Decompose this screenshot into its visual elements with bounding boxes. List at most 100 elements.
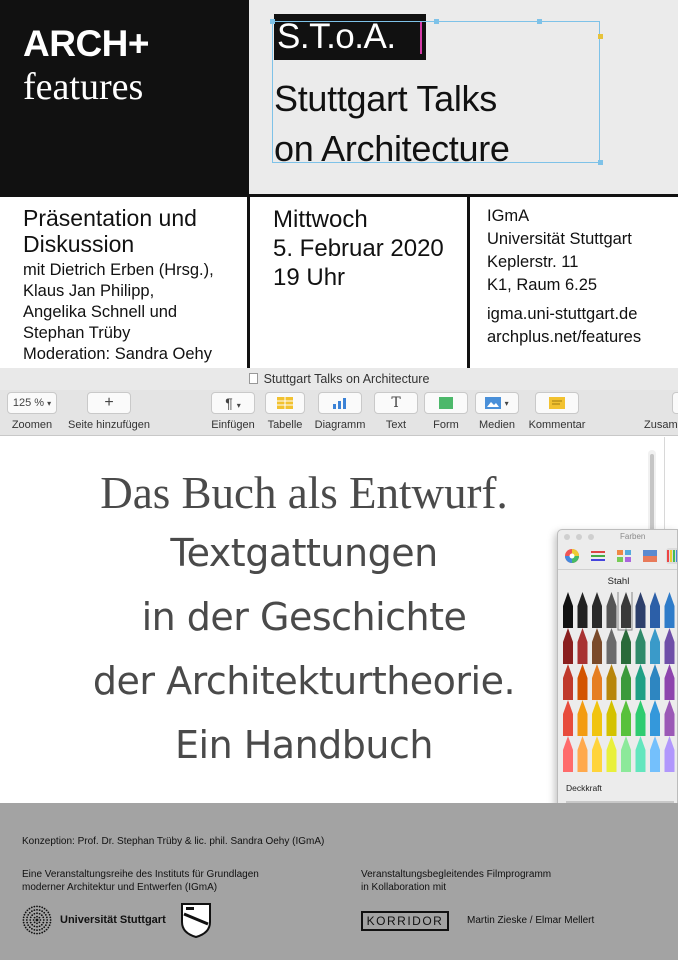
crayon bbox=[621, 714, 631, 736]
logo-dot bbox=[43, 926, 46, 929]
logo-dot bbox=[46, 919, 49, 921]
comment-icon bbox=[549, 397, 565, 409]
text-icon: T bbox=[391, 395, 401, 411]
crayon-tip bbox=[563, 700, 573, 714]
logo-dot bbox=[38, 916, 41, 919]
color-sliders-icon[interactable] bbox=[590, 548, 606, 564]
film-credits: Martin Zieske / Elmar Mellert bbox=[467, 915, 595, 926]
color-palettes-icon[interactable] bbox=[616, 548, 632, 564]
media-label: Medien bbox=[478, 419, 516, 431]
logo-dot bbox=[31, 914, 34, 917]
image-palettes-icon[interactable] bbox=[642, 548, 658, 564]
book-subtitle-line: der Architekturtheorie. bbox=[92, 659, 516, 703]
resize-handle[interactable] bbox=[598, 34, 603, 39]
add-page-control[interactable]: + Seite hinzufügen bbox=[62, 392, 156, 432]
speaker-line: mit Dietrich Erben (Hrsg.), bbox=[23, 261, 214, 279]
zoom-window-icon[interactable] bbox=[588, 534, 594, 540]
logo-dot bbox=[33, 921, 36, 924]
logo-dot bbox=[48, 913, 51, 916]
crayon bbox=[577, 678, 588, 700]
brand-logo-sub: features bbox=[23, 66, 144, 108]
divider bbox=[247, 194, 250, 368]
logo-dot bbox=[27, 914, 30, 916]
chevron-down-icon: ▾ bbox=[504, 399, 509, 408]
crayon bbox=[650, 678, 660, 700]
zoom-select[interactable]: 125 % ▾ bbox=[7, 392, 57, 414]
logo-dot bbox=[25, 919, 28, 921]
logo-dot bbox=[30, 906, 33, 909]
crayon-tip bbox=[592, 628, 602, 642]
logo-dot bbox=[43, 907, 46, 910]
logo-dot bbox=[26, 909, 29, 912]
logo-dot bbox=[28, 930, 31, 933]
book-subtitle-line: Ein Handbuch bbox=[175, 723, 433, 767]
crayon-tip bbox=[664, 592, 675, 606]
scrollbar-thumb[interactable] bbox=[650, 454, 654, 534]
logo-dot bbox=[38, 905, 41, 908]
collaborate-button[interactable] bbox=[672, 392, 678, 414]
shape-control[interactable]: Form bbox=[424, 392, 468, 432]
pencils-icon[interactable] bbox=[666, 548, 678, 564]
logo-dot bbox=[23, 913, 26, 916]
chart-button[interactable] bbox=[318, 392, 362, 414]
collaborate-control[interactable]: Zusam bbox=[644, 392, 678, 432]
logo-dot bbox=[29, 919, 32, 921]
resize-handle[interactable] bbox=[598, 160, 603, 165]
zoom-label: Zoomen bbox=[11, 419, 53, 431]
logo-dot bbox=[47, 926, 50, 929]
media-button[interactable]: ▾ bbox=[475, 392, 519, 414]
crayon bbox=[563, 642, 573, 664]
crayon-tip bbox=[635, 664, 646, 678]
media-control[interactable]: ▾ Medien bbox=[474, 392, 520, 432]
crayon-tip bbox=[592, 736, 602, 750]
logo-dot bbox=[36, 908, 38, 911]
logo-dot bbox=[45, 928, 48, 931]
logo-dot bbox=[49, 919, 52, 921]
shape-button[interactable] bbox=[424, 392, 468, 414]
crayon-tip bbox=[635, 700, 646, 714]
crayon bbox=[621, 606, 631, 628]
comment-control[interactable]: Kommentar bbox=[526, 392, 588, 432]
comment-button[interactable] bbox=[535, 392, 579, 414]
text-button[interactable]: T bbox=[374, 392, 418, 414]
minimize-window-icon[interactable] bbox=[576, 534, 582, 540]
resize-handle[interactable] bbox=[537, 19, 542, 24]
table-control[interactable]: Tabelle bbox=[264, 392, 306, 432]
collaborate-label: Zusam bbox=[644, 419, 678, 431]
crayon bbox=[635, 714, 646, 736]
window-titlebar: Stuttgart Talks on Architecture bbox=[0, 368, 678, 390]
crayon-tip bbox=[664, 736, 675, 750]
time: 19 Uhr bbox=[273, 264, 346, 291]
zoom-control[interactable]: 125 % ▾ Zoomen bbox=[7, 392, 57, 432]
text-control[interactable]: T Text bbox=[374, 392, 418, 432]
crayon bbox=[621, 750, 631, 772]
resize-handle[interactable] bbox=[434, 19, 439, 24]
logo-dot bbox=[22, 921, 25, 924]
address-line: Keplerstr. 11 bbox=[487, 253, 579, 271]
insert-button[interactable]: ¶ ▾ bbox=[211, 392, 255, 414]
color-wheel-icon[interactable] bbox=[564, 548, 580, 564]
logo-dot bbox=[49, 916, 52, 919]
igma-shield-logo-icon bbox=[181, 903, 211, 938]
text-label: Text bbox=[385, 419, 407, 431]
chart-control[interactable]: Diagramm bbox=[312, 392, 368, 432]
add-page-button[interactable]: + bbox=[87, 392, 131, 414]
resize-handle[interactable] bbox=[270, 19, 275, 24]
pilcrow-icon: ¶ bbox=[225, 395, 233, 411]
logo-dot bbox=[42, 921, 45, 924]
crayon-tip bbox=[592, 592, 602, 606]
crayon-tip bbox=[635, 628, 646, 642]
logo-dot bbox=[41, 931, 44, 934]
close-window-icon[interactable] bbox=[564, 534, 570, 540]
logo-dot bbox=[42, 919, 45, 921]
logo-dot bbox=[38, 912, 41, 915]
crayon-picker[interactable] bbox=[558, 592, 678, 804]
crayon bbox=[592, 750, 602, 772]
insert-control[interactable]: ¶ ▾ Einfügen bbox=[208, 392, 258, 432]
zoom-value: 125 % bbox=[12, 397, 45, 409]
crayon bbox=[650, 642, 660, 664]
logo-dot bbox=[41, 927, 43, 930]
photo-icon bbox=[485, 397, 502, 409]
table-button[interactable] bbox=[265, 392, 305, 414]
logo-dot bbox=[36, 912, 38, 915]
